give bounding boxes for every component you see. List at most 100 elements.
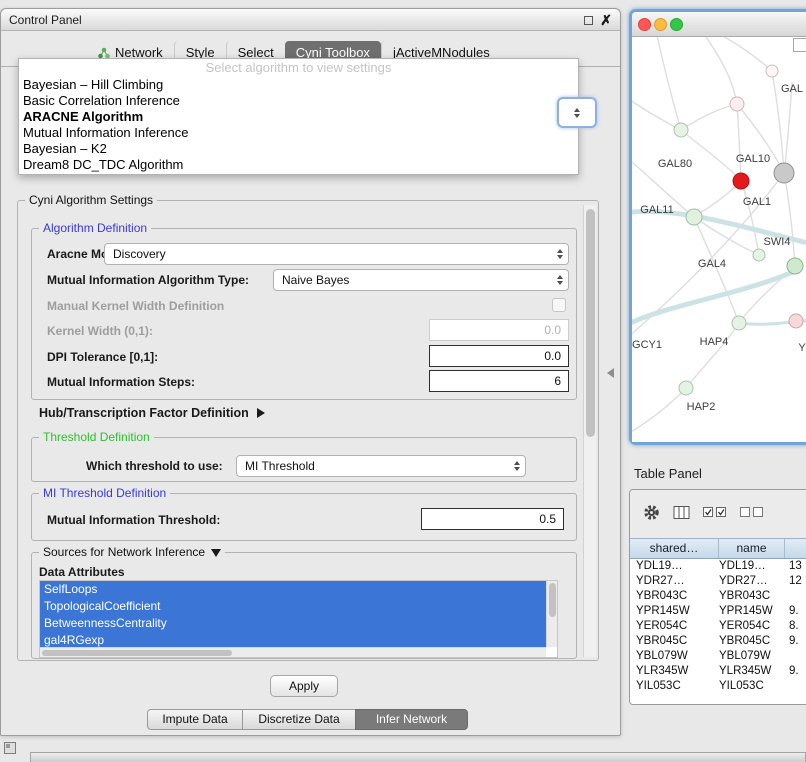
attributes-vscroll-thumb[interactable] <box>549 583 556 617</box>
bottom-panel-edge <box>30 752 806 762</box>
column-header-name[interactable]: name <box>719 539 785 558</box>
node[interactable] <box>730 97 744 111</box>
hub-tf-definition-toggle[interactable]: Hub/Transcription Factor Definition <box>39 406 265 420</box>
mi-algorithm-type-value: Naive Bayes <box>282 273 349 287</box>
dropdown-item-selected[interactable]: ARACNE Algorithm <box>19 109 578 125</box>
network-window-titlebar[interactable] <box>632 12 806 37</box>
network-toolbar-button[interactable] <box>793 38 806 52</box>
attribute-item-selected[interactable]: TopologicalCoefficient <box>40 598 546 615</box>
table-header-row: shared… name <box>630 538 806 559</box>
table-panel-title: Table Panel <box>634 466 702 481</box>
splitter-collapse-arrow[interactable] <box>607 368 614 378</box>
column-header-extra[interactable] <box>785 539 806 558</box>
node-label: GAL <box>781 83 803 95</box>
attribute-item-selected[interactable]: SelfLoops <box>40 581 546 598</box>
dpi-tolerance-input[interactable]: 0.0 <box>429 345 569 367</box>
table-row[interactable]: YPR145WYPR145W9. <box>630 604 806 619</box>
node[interactable] <box>753 249 765 261</box>
node-label: Y <box>798 342 806 354</box>
node[interactable] <box>766 65 778 77</box>
network-graph[interactable]: GAL GAL80 GAL10 GAL11 GAL1 SWI4 GAL4 GCY… <box>632 37 806 442</box>
algorithm-dropdown-popup: Select algorithm to view settings Bayesi… <box>18 58 579 175</box>
node[interactable] <box>674 123 688 137</box>
network-view-window: GAL GAL80 GAL10 GAL11 GAL1 SWI4 GAL4 GCY… <box>629 9 806 445</box>
settings-scrollbar-thumb[interactable] <box>586 209 595 437</box>
aracne-mode-value: Discovery <box>113 247 166 261</box>
node-pink[interactable] <box>789 314 803 328</box>
dropdown-placeholder: Select algorithm to view settings <box>19 59 578 77</box>
node[interactable] <box>679 381 693 395</box>
dropdown-item[interactable]: Dream8 DC_TDC Algorithm <box>19 157 578 173</box>
node-label: GAL10 <box>736 153 770 165</box>
node[interactable] <box>686 209 702 225</box>
tab-impute-data[interactable]: Impute Data <box>147 709 243 730</box>
table-row[interactable]: YBL079WYBL079W <box>630 649 806 664</box>
control-panel-titlebar[interactable]: Control Panel ✗ <box>1 9 620 31</box>
attributes-horizontal-scrollbar[interactable] <box>40 647 546 657</box>
attribute-item-selected[interactable]: BetweennessCentrality <box>40 615 546 632</box>
mi-steps-label: Mutual Information Steps: <box>47 375 195 389</box>
kernel-width-input[interactable]: 0.0 <box>429 319 569 341</box>
dropdown-item[interactable]: Bayesian – Hill Climbing <box>19 77 578 93</box>
zoom-traffic-light[interactable] <box>670 18 683 31</box>
dropdown-item[interactable]: Bayesian – K2 <box>19 141 578 157</box>
manual-kernel-width-checkbox[interactable] <box>552 298 566 312</box>
mi-threshold-label: Mutual Information Threshold: <box>47 513 220 527</box>
table-row[interactable]: YLR345WYLR345W9. <box>630 664 806 679</box>
mi-algorithm-type-select[interactable]: Naive Bayes <box>273 269 569 291</box>
aracne-mode-select[interactable]: Discovery <box>104 243 569 265</box>
table-body: YDL19…YDL19…13 YDR27…YDR27…12 YBR043CYBR… <box>630 559 806 704</box>
node-label: GCY1 <box>632 339 662 351</box>
table-row[interactable]: YER054CYER054C8. <box>630 619 806 634</box>
data-attributes-label: Data Attributes <box>39 565 125 579</box>
collapse-arrow-icon <box>257 408 265 418</box>
attributes-hscroll-thumb[interactable] <box>42 650 232 656</box>
node-red[interactable] <box>733 173 749 189</box>
tab-discretize-data[interactable]: Discretize Data <box>242 709 356 730</box>
stepper-icon <box>514 461 520 471</box>
algorithm-combobox-button[interactable] <box>557 97 597 128</box>
minimize-traffic-light[interactable] <box>654 18 667 31</box>
cyni-algorithm-settings-title: Cyni Algorithm Settings <box>25 193 157 207</box>
mi-threshold-input[interactable]: 0.5 <box>421 508 564 530</box>
node-gray[interactable] <box>774 163 794 183</box>
mi-threshold-definition-title: MI Threshold Definition <box>39 486 170 500</box>
table-row[interactable]: YBR043CYBR043C <box>630 589 806 604</box>
control-panel-window: Control Panel ✗ Network Style Select Cyn… <box>0 8 621 736</box>
checked-columns-icon[interactable] <box>703 507 727 518</box>
apply-button[interactable]: Apply <box>270 675 338 697</box>
stepper-icon <box>557 249 563 259</box>
node-label: GAL4 <box>698 258 726 270</box>
close-icon[interactable]: ✗ <box>600 12 612 28</box>
table-row[interactable]: YDL19…YDL19…13 <box>630 559 806 574</box>
sources-title-toggle[interactable]: Sources for Network Inference <box>39 545 225 559</box>
table-row[interactable]: YDR27…YDR27…12 <box>630 574 806 589</box>
columns-icon[interactable] <box>673 505 690 520</box>
expand-arrow-icon <box>211 549 221 557</box>
desktop: Control Panel ✗ Network Style Select Cyn… <box>0 0 806 762</box>
mi-steps-input[interactable]: 6 <box>429 370 569 392</box>
dpi-tolerance-label: DPI Tolerance [0,1]: <box>47 350 158 364</box>
node[interactable] <box>732 316 746 330</box>
unchecked-columns-icon[interactable] <box>740 507 764 518</box>
node-label: HAP2 <box>687 401 716 413</box>
table-panel-window: shared… name YDL19…YDL19…13 YDR27…YDR27…… <box>629 489 806 705</box>
attributes-vertical-scrollbar[interactable] <box>546 581 557 647</box>
gear-icon[interactable] <box>643 504 660 521</box>
table-row[interactable]: YIL053CYIL053C <box>630 679 806 694</box>
threshold-select[interactable]: MI Threshold <box>236 455 526 477</box>
float-window-icon[interactable] <box>584 16 593 25</box>
network-canvas[interactable]: GAL GAL80 GAL10 GAL11 GAL1 SWI4 GAL4 GCY… <box>632 37 806 442</box>
data-attributes-list: SelfLoops TopologicalCoefficient Between… <box>39 580 558 658</box>
dropdown-item[interactable]: Mutual Information Inference <box>19 125 578 141</box>
node[interactable] <box>787 258 803 274</box>
settings-scrollbar[interactable] <box>583 205 596 657</box>
tab-infer-network[interactable]: Infer Network <box>355 709 468 730</box>
dropdown-item[interactable]: Basic Correlation Inference <box>19 93 578 109</box>
column-header-shared-name[interactable]: shared… <box>630 539 719 558</box>
dock-panel-icon[interactable] <box>4 742 16 754</box>
close-traffic-light[interactable] <box>638 18 651 31</box>
algorithm-definition-title: Algorithm Definition <box>39 221 151 235</box>
node-label: GAL80 <box>658 158 692 170</box>
table-row[interactable]: YBR045CYBR045C9. <box>630 634 806 649</box>
